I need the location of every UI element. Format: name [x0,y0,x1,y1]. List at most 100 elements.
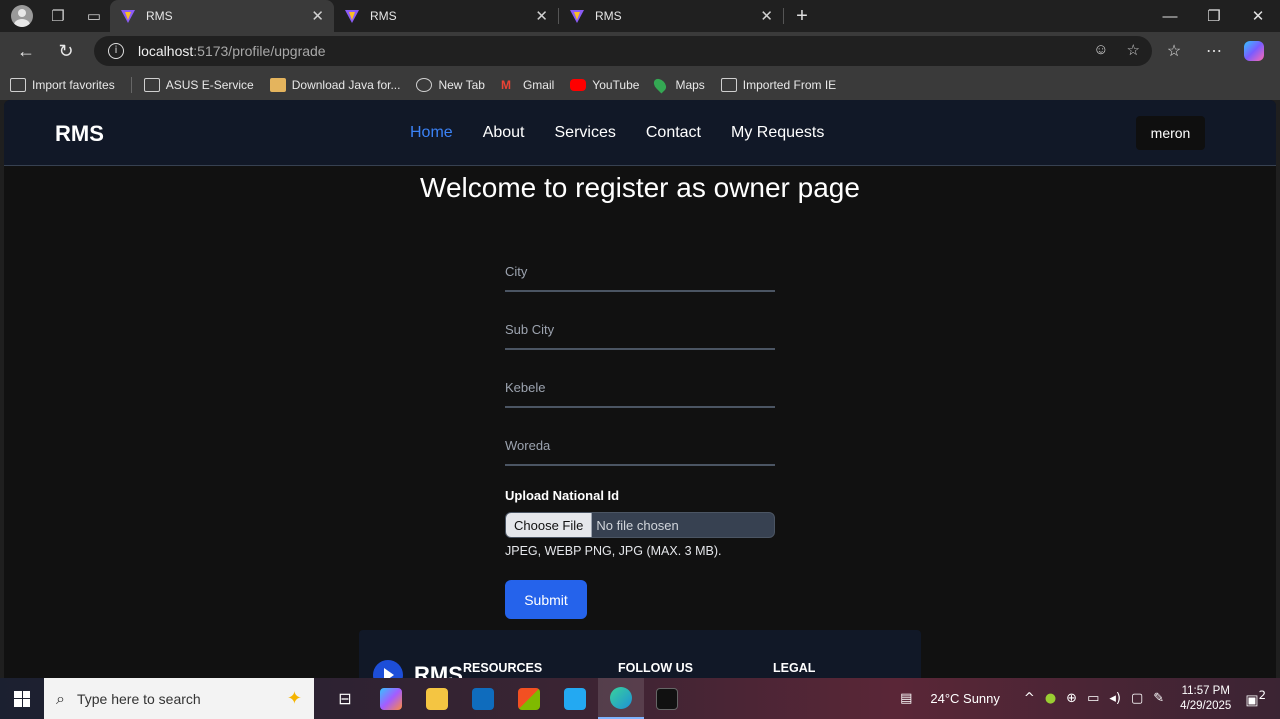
vite-favicon-icon [570,10,584,23]
store-icon[interactable] [506,678,552,719]
close-tab-icon[interactable]: ✕ [535,7,548,25]
show-hidden-icons-icon[interactable]: ^ [1024,691,1035,706]
favorite-star-icon[interactable]: ☆ [1127,41,1140,59]
browser-tab-2[interactable]: RMS ✕ [334,0,558,32]
folder-icon [720,78,737,92]
page-title: Welcome to register as owner page [420,172,860,203]
footer-brand: RMS [414,662,463,678]
close-window-icon[interactable]: ✕ [1236,0,1280,32]
tab-title: RMS [595,9,622,23]
footer-logo-icon [373,660,403,678]
file-status: No file chosen [596,517,679,533]
footer-col-resources: RESOURCES [463,661,543,675]
app-navbar: RMS Home About Services Contact My Reque… [4,100,1276,166]
new-tab-button[interactable]: + [784,5,820,28]
app-brand[interactable]: RMS [55,121,104,147]
back-icon[interactable]: ← [6,41,46,62]
favorites-bar: Import favorites ASUS E-Service Download… [0,70,1280,100]
pen-icon[interactable]: ✎ [1153,691,1164,706]
submit-button[interactable]: Submit [505,580,587,619]
favorite-gmail[interactable]: M Gmail [501,78,554,92]
clock[interactable]: 11:57 PM 4/29/2025 [1180,684,1231,714]
nav-contact[interactable]: Contact [646,124,701,142]
footer-col-follow: FOLLOW US [618,661,693,675]
footer: RMS RESOURCES FOLLOW US LEGAL [359,630,921,678]
taskbar-search[interactable]: ⌕ Type here to search ✦ [44,678,314,719]
copilot-icon[interactable] [1236,36,1272,66]
url-path: :5173/profile/upgrade [193,43,326,59]
address-bar-row: ← ↻ i localhost:5173/profile/upgrade ☺ ☆… [0,32,1280,70]
woreda-input[interactable] [505,426,775,466]
nav-services[interactable]: Services [555,124,616,142]
close-tab-icon[interactable]: ✕ [311,7,324,25]
nav-about[interactable]: About [483,124,525,142]
terminal-app-icon[interactable] [644,678,690,719]
choose-file-button[interactable]: Choose File [506,513,593,537]
tab-actions-icon[interactable]: ▭ [78,2,110,30]
refresh-icon[interactable]: ↻ [46,41,86,62]
favorite-asus[interactable]: ASUS E-Service [143,78,254,92]
favorite-new-tab[interactable]: New Tab [416,78,485,92]
outlook-icon[interactable] [460,678,506,719]
url-bar[interactable]: i localhost:5173/profile/upgrade ☺ ☆ [94,36,1152,66]
security-icon[interactable]: ● [1045,691,1056,706]
more-menu-icon[interactable]: ⋯ [1196,36,1232,66]
favorite-maps[interactable]: Maps [651,76,705,94]
city-input[interactable] [505,252,775,292]
vscode-icon[interactable] [552,678,598,719]
nav-home[interactable]: Home [410,124,453,142]
search-placeholder: Type here to search [76,690,201,707]
file-explorer-icon[interactable] [414,678,460,719]
folder-icon [143,78,160,92]
edge-icon[interactable] [598,678,644,719]
import-icon [10,78,26,92]
language-icon[interactable]: ⊕ [1066,691,1077,706]
weather-widget[interactable]: ▤ 24°C Sunny [900,691,1000,706]
restore-icon[interactable]: ❐ [1192,0,1236,32]
file-format-hint: JPEG, WEBP PNG, JPG (MAX. 3 MB). [505,544,722,558]
workspaces-icon[interactable]: ❐ [42,2,74,30]
favorites-icon[interactable]: ☆ [1156,36,1192,66]
windows-logo-icon [14,690,30,707]
browser-tab-1[interactable]: RMS ✕ [110,0,334,32]
favorite-java[interactable]: Download Java for... [269,78,400,92]
browser-tab-3[interactable]: RMS ✕ [559,0,783,32]
footer-col-legal: LEGAL [773,661,816,675]
vite-favicon-icon [121,10,135,23]
task-view-icon[interactable]: ⊟ [322,678,368,719]
volume-icon[interactable]: ◂) [1109,691,1121,706]
copilot-app-icon[interactable] [368,678,414,719]
windows-taskbar: ⌕ Type here to search ✦ ⊟ ▤ 24°C Sunny ^… [0,678,1280,719]
reading-mode-icon[interactable]: ☺ [1093,41,1108,59]
system-tray: ▤ 24°C Sunny ^ ● ⊕ ▭ ◂) ▢ ✎ 11:57 PM 4/2… [900,678,1280,719]
sparkle-icon: ✦ [286,688,302,709]
user-menu-button[interactable]: meron [1136,116,1205,150]
favorite-youtube[interactable]: YouTube [570,78,639,92]
national-id-file-input[interactable]: Choose File No file chosen [505,512,775,538]
url-host: localhost [138,43,194,59]
kebele-input[interactable] [505,368,775,408]
nav-my-requests[interactable]: My Requests [731,124,824,142]
weather-icon: ▤ [900,691,913,706]
maps-icon [651,76,669,94]
search-icon: ⌕ [56,688,65,708]
tab-title: RMS [370,9,397,23]
meet-icon[interactable]: ▢ [1131,691,1143,706]
profile-avatar-icon[interactable] [6,2,38,30]
battery-icon[interactable]: ▭ [1087,691,1099,706]
java-icon [269,78,286,92]
page-viewport: RMS Home About Services Contact My Reque… [4,100,1276,678]
favorite-import[interactable]: Import favorites [10,78,115,92]
site-info-icon[interactable]: i [108,43,124,59]
favorite-imported-ie[interactable]: Imported From IE [720,78,836,92]
youtube-icon [570,79,587,91]
main-menu: Home About Services Contact My Requests [410,124,824,142]
subcity-input[interactable] [505,310,775,350]
notifications-icon[interactable]: ▣2 [1245,688,1266,709]
minimize-icon[interactable]: — [1148,0,1192,32]
tab-title: RMS [146,9,173,23]
upload-label: Upload National Id [505,488,620,503]
close-tab-icon[interactable]: ✕ [760,7,773,25]
vite-favicon-icon [345,10,359,23]
start-button[interactable] [0,678,44,719]
